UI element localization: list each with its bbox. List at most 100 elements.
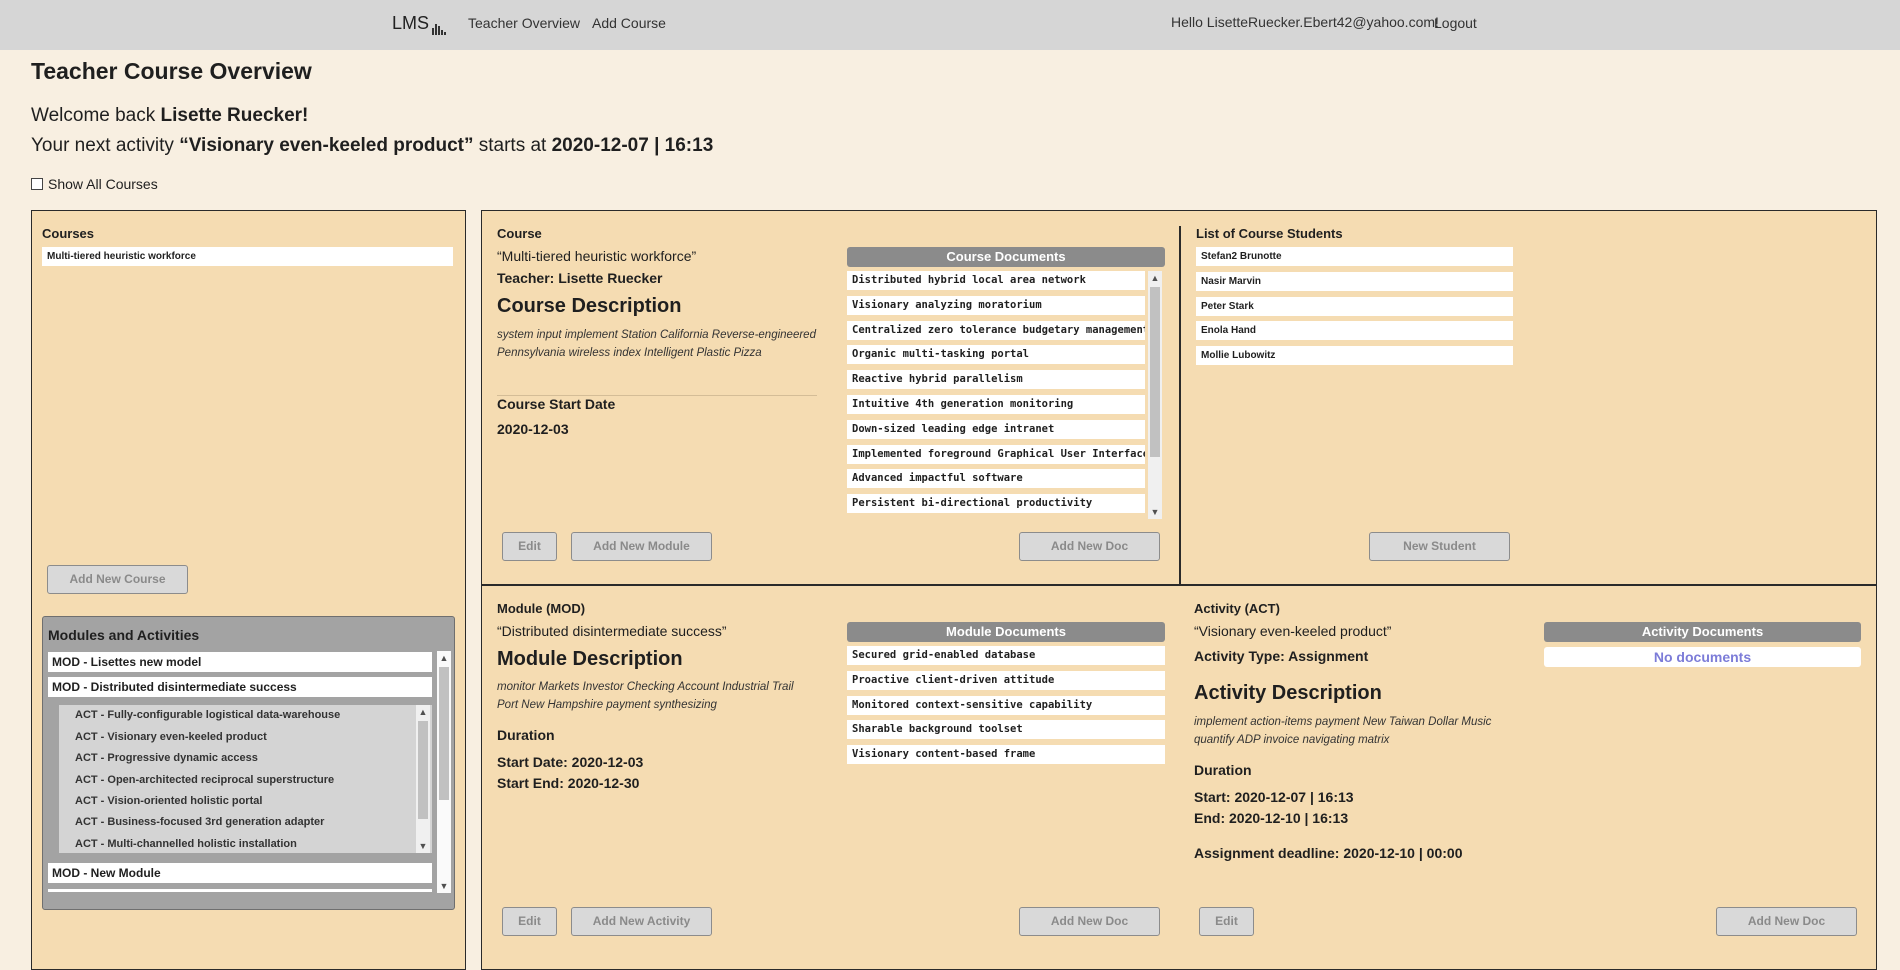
scroll-thumb[interactable]	[439, 667, 449, 800]
activity-edit-button[interactable]: Edit	[1199, 907, 1254, 936]
document-item[interactable]: Secured grid-enabled database	[847, 646, 1165, 665]
document-item[interactable]: Reactive hybrid parallelism	[847, 370, 1145, 390]
module-documents-list: Secured grid-enabled database Proactive …	[847, 646, 1165, 770]
student-item[interactable]: Mollie Lubowitz	[1196, 346, 1513, 366]
new-student-button[interactable]: New Student	[1369, 532, 1510, 561]
course-label: Course	[497, 226, 542, 241]
activity-list: ACT - Fully-configurable logistical data…	[59, 705, 432, 853]
document-item[interactable]: Visionary content-based frame	[847, 745, 1165, 765]
activity-item[interactable]: ACT - Visionary even-keeled product	[75, 731, 267, 743]
chart-icon	[432, 14, 447, 35]
document-item[interactable]: Centralized zero tolerance budgetary man…	[847, 320, 1145, 340]
document-item[interactable]: Distributed hybrid local area network	[847, 271, 1145, 290]
no-documents-label: No documents	[1544, 647, 1861, 667]
next-activity-date: 2020-12-07 | 16:13	[551, 135, 714, 156]
nav-add-course[interactable]: Add Course	[592, 15, 666, 31]
activity-item[interactable]: ACT - Multi-channelled holistic installa…	[75, 838, 297, 850]
course-add-doc-button[interactable]: Add New Doc	[1019, 532, 1160, 561]
show-all-label: Show All Courses	[48, 176, 158, 192]
document-item[interactable]: Persistent bi-directional productivity	[847, 494, 1145, 514]
document-item[interactable]: Organic multi-tasking portal	[847, 345, 1145, 365]
course-edit-button[interactable]: Edit	[502, 532, 557, 561]
scroll-down-icon[interactable]: ▼	[437, 879, 451, 893]
module-add-doc-button[interactable]: Add New Doc	[1019, 907, 1160, 936]
course-name: “Multi-tiered heuristic workforce”	[497, 248, 697, 264]
next-activity-text: Your next activity “Visionary even-keele…	[31, 135, 713, 157]
activity-scrollbar[interactable]: ▲ ▼	[416, 705, 430, 853]
document-item[interactable]: Down-sized leading edge intranet	[847, 419, 1145, 439]
student-item[interactable]: Peter Stark	[1196, 296, 1513, 316]
courses-panel: Courses Multi-tiered heuristic workforce…	[31, 210, 466, 970]
activity-item[interactable]: ACT - Open-architected reciprocal supers…	[75, 774, 334, 786]
user-greeting: Hello LisetteRuecker.Ebert42@yahoo.com!	[1171, 14, 1439, 30]
activity-item[interactable]: ACT - Vision-oriented holistic portal	[75, 795, 262, 807]
assignment-deadline: Assignment deadline: 2020-12-10 | 00:00	[1194, 845, 1463, 861]
document-item[interactable]: Visionary analyzing moratorium	[847, 295, 1145, 315]
student-item[interactable]: Enola Hand	[1196, 321, 1513, 341]
scroll-thumb[interactable]	[1150, 287, 1160, 457]
module-item[interactable]: MOD - New Module	[48, 863, 432, 883]
module-edit-button[interactable]: Edit	[502, 907, 557, 936]
add-new-activity-button[interactable]: Add New Activity	[571, 907, 712, 936]
modules-activities-panel: Modules and Activities MOD - Lisettes ne…	[42, 616, 455, 910]
activity-start: Start: 2020-12-07 | 16:13	[1194, 789, 1354, 805]
vertical-divider	[1179, 226, 1181, 584]
activity-type: Activity Type: Assignment	[1194, 648, 1369, 664]
activity-item[interactable]: ACT - Progressive dynamic access	[75, 752, 258, 764]
activity-item[interactable]: ACT - Business-focused 3rd generation ad…	[75, 816, 324, 828]
document-item[interactable]: Monitored context-sensitive capability	[847, 695, 1165, 715]
modules-activities-title: Modules and Activities	[48, 627, 200, 643]
module-item[interactable]: MOD - Lisettes new model	[48, 652, 432, 672]
document-item[interactable]: Sharable background toolset	[847, 720, 1165, 740]
scroll-up-icon[interactable]: ▲	[437, 651, 451, 665]
activity-item[interactable]: ACT - Fully-configurable logistical data…	[75, 709, 340, 721]
course-documents-header: Course Documents	[847, 247, 1165, 267]
activity-documents-header: Activity Documents	[1544, 622, 1861, 642]
activity-add-doc-button[interactable]: Add New Doc	[1716, 907, 1857, 936]
module-start-date: Start Date: 2020-12-03	[497, 754, 644, 770]
course-item[interactable]: Multi-tiered heuristic workforce	[42, 247, 453, 266]
add-new-module-button[interactable]: Add New Module	[571, 532, 712, 561]
welcome-name: Lisette Ruecker!	[160, 105, 309, 126]
course-start-date: 2020-12-03	[497, 421, 569, 437]
welcome-prefix: Welcome back	[31, 105, 161, 126]
document-item[interactable]: Implemented foreground Graphical User In…	[847, 444, 1145, 464]
course-teacher: Teacher: Lisette Ruecker	[497, 270, 663, 286]
scroll-up-icon[interactable]: ▲	[416, 705, 430, 719]
document-item[interactable]: Intuitive 4th generation monitoring	[847, 394, 1145, 414]
scroll-down-icon[interactable]: ▼	[1148, 505, 1162, 519]
module-documents-header: Module Documents	[847, 622, 1165, 642]
student-item[interactable]: Nasir Marvin	[1196, 271, 1513, 291]
students-list: Stefan2 Brunotte Nasir Marvin Peter Star…	[1196, 247, 1513, 371]
course-description: system input implement Station Californi…	[497, 329, 816, 359]
scroll-thumb[interactable]	[418, 721, 428, 819]
students-title: List of Course Students	[1196, 226, 1343, 241]
brand-logo[interactable]: LMS	[392, 13, 447, 35]
modules-scrollbar[interactable]: ▲ ▼	[437, 651, 451, 893]
module-item-partial	[48, 889, 432, 892]
scroll-up-icon[interactable]: ▲	[1148, 271, 1162, 285]
logout-link[interactable]: Logout	[1434, 15, 1477, 31]
activity-name: “Visionary even-keeled product”	[1194, 623, 1392, 639]
activity-end: End: 2020-12-10 | 16:13	[1194, 810, 1349, 826]
scroll-down-icon[interactable]: ▼	[416, 839, 430, 853]
horizontal-divider	[482, 584, 1876, 586]
module-item[interactable]: MOD - Distributed disintermediate succes…	[48, 677, 432, 697]
course-description-title: Course Description	[497, 295, 682, 317]
document-item[interactable]: Proactive client-driven attitude	[847, 670, 1165, 690]
module-description-title: Module Description	[497, 648, 683, 670]
show-all-checkbox[interactable]	[31, 178, 43, 190]
brand-text: LMS	[392, 13, 430, 33]
document-item[interactable]: Advanced impactful software	[847, 469, 1145, 489]
module-end-date: Start End: 2020-12-30	[497, 775, 640, 791]
course-documents-scrollbar[interactable]: ▲ ▼	[1148, 271, 1162, 519]
module-name: “Distributed disintermediate success”	[497, 623, 727, 639]
show-all-courses[interactable]: Show All Courses	[31, 176, 158, 192]
student-item[interactable]: Stefan2 Brunotte	[1196, 247, 1513, 266]
module-description: monitor Markets Investor Checking Accoun…	[497, 681, 794, 711]
course-documents-list: Distributed hybrid local area network Vi…	[847, 271, 1145, 519]
add-new-course-button[interactable]: Add New Course	[47, 565, 188, 594]
nav-teacher-overview[interactable]: Teacher Overview	[468, 15, 580, 31]
next-mid: starts at	[473, 135, 552, 156]
next-prefix: Your next activity	[31, 135, 180, 156]
